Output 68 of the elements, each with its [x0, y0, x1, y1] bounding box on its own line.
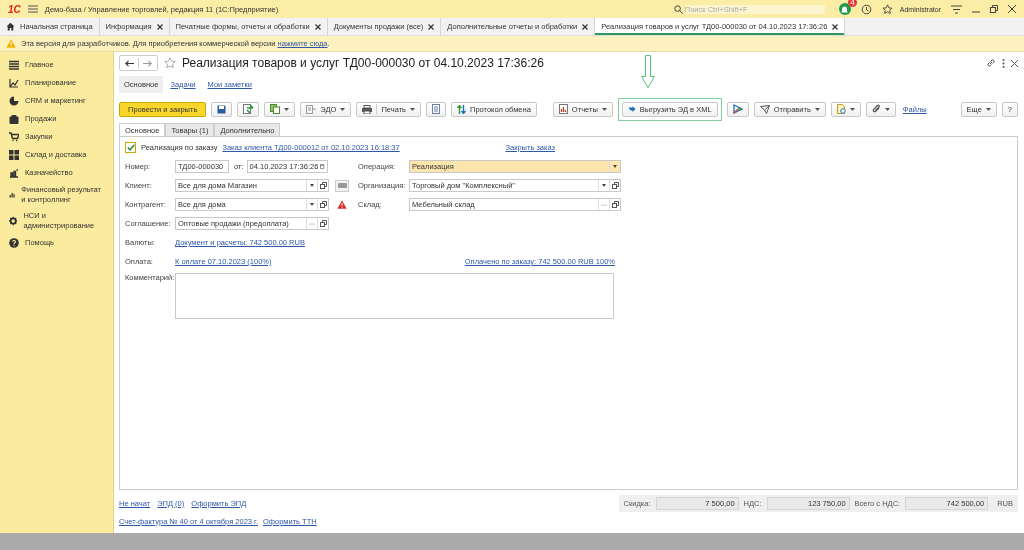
share-icon-button[interactable] [726, 101, 749, 117]
document-arrow-icon [243, 104, 254, 114]
section-icon [9, 190, 16, 200]
open-window-icon[interactable] [319, 182, 327, 189]
close-icon[interactable] [1011, 59, 1018, 67]
comment-field[interactable] [175, 273, 614, 319]
caret-icon[interactable] [613, 165, 617, 168]
caret-icon[interactable] [602, 184, 606, 187]
doc-icon-button[interactable] [830, 101, 861, 117]
open-window-icon[interactable] [611, 201, 619, 208]
back-arrow-icon[interactable] [125, 59, 134, 67]
section-icon [9, 78, 19, 88]
attach-icon-button[interactable] [865, 101, 896, 117]
paper-plane-icon [759, 104, 770, 114]
close-tab-icon[interactable] [428, 23, 435, 30]
open-window-icon[interactable] [319, 220, 327, 227]
post-icon-button[interactable] [237, 101, 260, 117]
printer-icon [362, 104, 373, 114]
favorites-icon[interactable] [881, 3, 893, 15]
caret-icon[interactable] [310, 184, 314, 187]
home-icon [6, 22, 15, 31]
annotation-arrow-icon [640, 54, 655, 88]
close-icon[interactable] [1008, 5, 1016, 13]
close-tab-icon[interactable] [156, 23, 163, 30]
save-icon-button[interactable] [211, 101, 233, 117]
copy-documents-icon [270, 104, 281, 114]
forward-arrow-icon[interactable] [143, 59, 152, 67]
favorite-star-icon[interactable] [164, 57, 176, 69]
section-icon [9, 168, 19, 178]
link-icon[interactable] [986, 58, 996, 68]
more-icon[interactable] [1002, 58, 1005, 68]
list-icon-button[interactable] [426, 101, 446, 117]
search-icon [673, 4, 683, 14]
create-icon-button[interactable] [264, 101, 296, 117]
keyboard-icon-button[interactable] [335, 179, 349, 192]
restore-icon[interactable] [990, 5, 998, 13]
list-icon [432, 104, 440, 114]
notifications-button[interactable] [838, 3, 851, 15]
settings-menu-icon[interactable] [951, 4, 962, 14]
keyboard-icon [337, 183, 347, 188]
checkbox[interactable] [125, 142, 136, 153]
calendar-icon[interactable] [320, 163, 325, 170]
section-icon [9, 96, 19, 106]
document-icon [306, 104, 317, 114]
curved-arrow-icon [627, 105, 636, 113]
section-icon [9, 132, 19, 142]
paperclip-icon [871, 104, 881, 114]
caret-icon[interactable] [310, 203, 314, 206]
navigation-buttons[interactable] [119, 55, 158, 71]
close-tab-icon[interactable] [832, 23, 839, 30]
warning-icon [6, 39, 16, 48]
triangle-icon [732, 104, 743, 114]
close-tab-icon[interactable] [582, 23, 589, 30]
section-icon [9, 150, 19, 160]
section-icon [9, 60, 19, 70]
section-icon [9, 238, 19, 248]
document-title: Реализация товаров и услуг ТД00-000030 от 04.10.2023 17:36:26 [182, 56, 544, 70]
close-tab-icon[interactable] [314, 23, 321, 30]
section-icon [9, 114, 19, 124]
history-icon[interactable] [860, 3, 872, 15]
document-clock-icon [836, 104, 846, 114]
report-chart-icon [558, 104, 568, 114]
open-window-icon[interactable] [611, 182, 619, 189]
open-window-icon[interactable] [319, 201, 327, 208]
section-icon [9, 216, 18, 226]
up-down-arrows-icon [457, 104, 466, 114]
app-logo: 1С [8, 3, 21, 15]
notification-badge: 4 [848, 0, 857, 7]
